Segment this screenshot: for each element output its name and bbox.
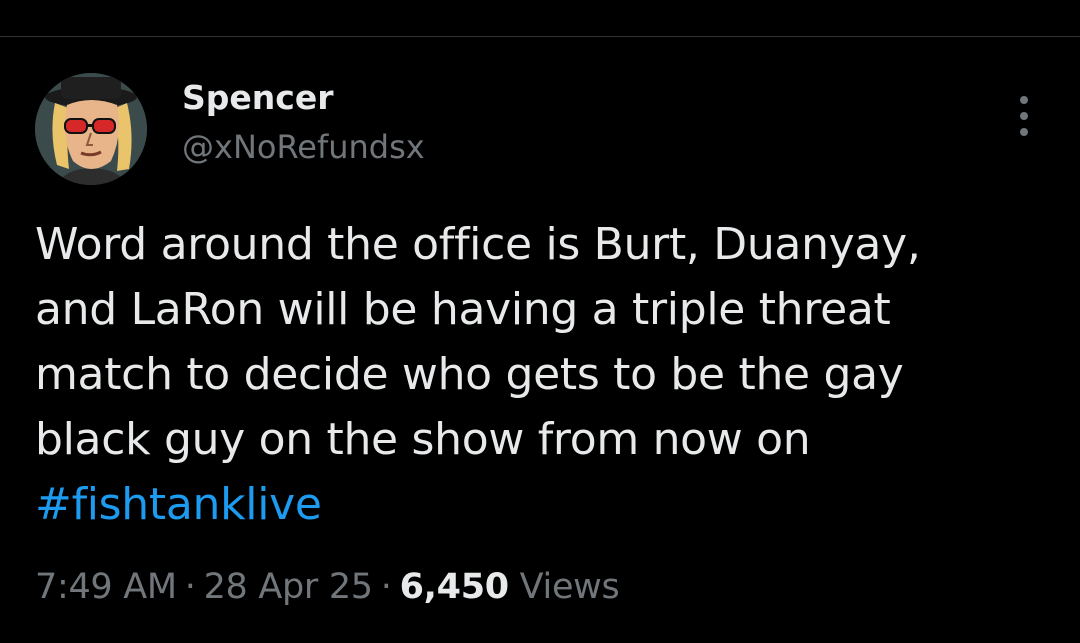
tweet-text-line: Word around the office is Burt, Duanyay, [35, 219, 921, 270]
tweet-date[interactable]: 28 Apr 25 [204, 567, 373, 607]
tweet-time[interactable]: 7:49 AM [35, 567, 177, 607]
tweet-text: Word around the office is Burt, Duanyay,… [35, 212, 1045, 537]
more-options-button[interactable] [1008, 96, 1040, 136]
tweet-meta: 7:49 AM · 28 Apr 25 · 6,450 Views [35, 563, 620, 611]
avatar[interactable] [35, 73, 147, 185]
tweet-text-line: black guy on the show from now on [35, 414, 811, 465]
avatar-illustration [35, 73, 147, 185]
display-name[interactable]: Spencer [182, 76, 333, 120]
meta-separator: · [380, 567, 392, 607]
tweet-text-line: match to decide who gets to be the gay [35, 349, 904, 400]
hashtag-link[interactable]: #fishtanklive [35, 472, 1045, 537]
views-label: Views [519, 567, 620, 607]
more-vertical-icon-dot [1020, 112, 1028, 120]
user-handle[interactable]: @xNoRefundsx [182, 126, 425, 168]
more-vertical-icon-dot [1020, 128, 1028, 136]
meta-separator: · [184, 567, 196, 607]
more-vertical-icon [1020, 96, 1028, 104]
tweet-text-line: and LaRon will be having a triple threat [35, 284, 891, 335]
top-divider [0, 36, 1080, 37]
views-count: 6,450 [399, 567, 510, 607]
